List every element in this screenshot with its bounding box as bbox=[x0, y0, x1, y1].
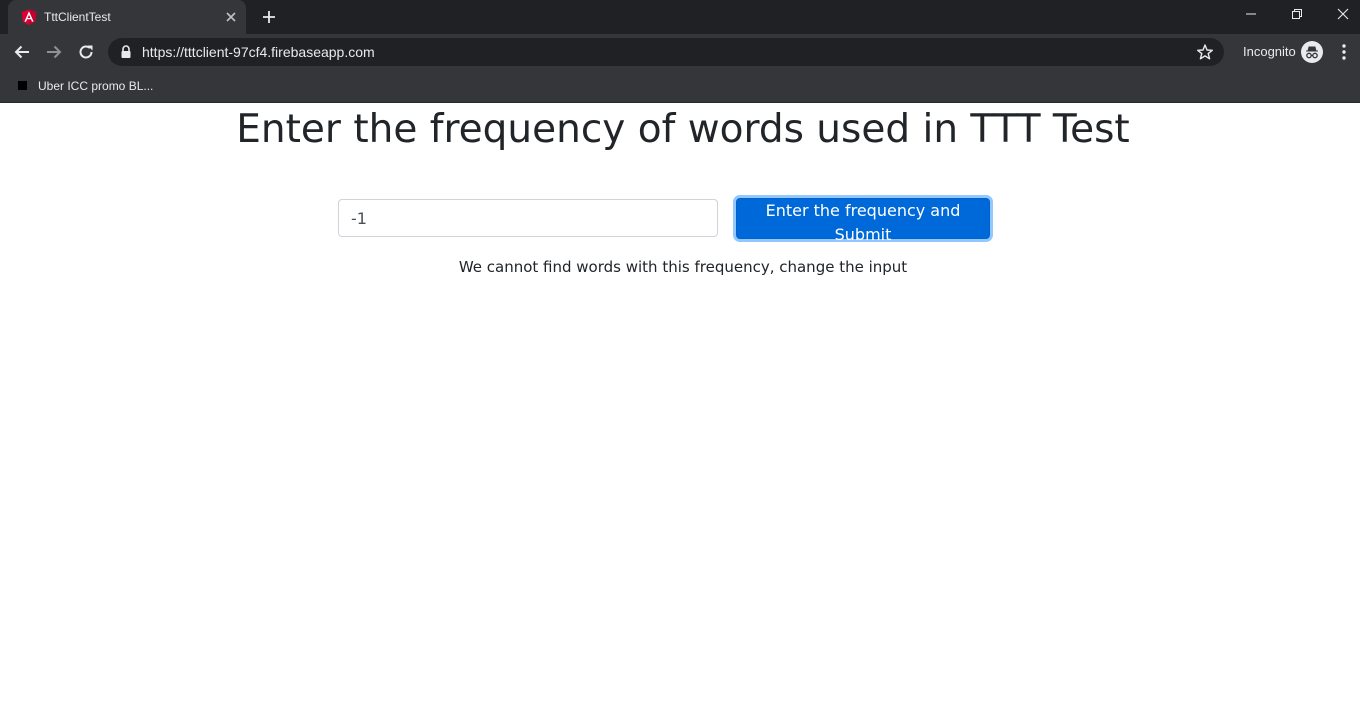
minimize-button[interactable] bbox=[1228, 0, 1274, 30]
browser-tab[interactable]: TttClientTest bbox=[8, 0, 246, 34]
page-title: Enter the frequency of words used in TTT… bbox=[236, 107, 1130, 152]
close-window-button[interactable] bbox=[1320, 0, 1360, 30]
page-content: Enter the frequency of words used in TTT… bbox=[0, 103, 1360, 718]
reload-button[interactable] bbox=[74, 40, 98, 64]
forward-button[interactable] bbox=[42, 40, 66, 64]
restore-icon bbox=[1292, 9, 1302, 19]
browser-toolbar: https://tttclient-97cf4.firebaseapp.com … bbox=[0, 34, 1360, 70]
bookmarks-bar: Uber ICC promo BL... bbox=[0, 70, 1360, 103]
url-text: https://tttclient-97cf4.firebaseapp.com bbox=[142, 44, 375, 60]
bookmark-label: Uber ICC promo BL... bbox=[38, 79, 154, 93]
close-window-icon bbox=[1337, 8, 1349, 20]
tab-title: TttClientTest bbox=[44, 10, 111, 24]
submit-button[interactable]: Enter the frequency and Submit bbox=[736, 198, 990, 244]
frequency-input[interactable] bbox=[338, 199, 718, 237]
tab-strip: TttClientTest bbox=[0, 0, 1360, 34]
bookmark-item[interactable]: Uber ICC promo BL... bbox=[12, 75, 153, 97]
star-icon[interactable] bbox=[1196, 43, 1214, 61]
back-arrow-icon bbox=[14, 45, 29, 59]
lock-icon bbox=[121, 45, 131, 58]
more-vertical-icon[interactable] bbox=[1336, 42, 1352, 62]
restore-button[interactable] bbox=[1274, 0, 1320, 30]
address-bar[interactable]: https://tttclient-97cf4.firebaseapp.com bbox=[108, 38, 1224, 66]
back-button[interactable] bbox=[10, 40, 34, 64]
incognito-label: Incognito bbox=[1243, 44, 1296, 59]
plus-icon[interactable] bbox=[260, 8, 278, 26]
angular-icon bbox=[21, 9, 37, 25]
forward-arrow-icon bbox=[47, 45, 62, 59]
incognito-icon[interactable] bbox=[1301, 41, 1323, 63]
reload-icon bbox=[79, 45, 93, 59]
close-icon[interactable] bbox=[222, 8, 240, 26]
minimize-icon bbox=[1246, 13, 1256, 15]
bookmark-favicon-icon bbox=[18, 81, 27, 90]
result-message: We cannot find words with this frequency… bbox=[458, 258, 908, 276]
